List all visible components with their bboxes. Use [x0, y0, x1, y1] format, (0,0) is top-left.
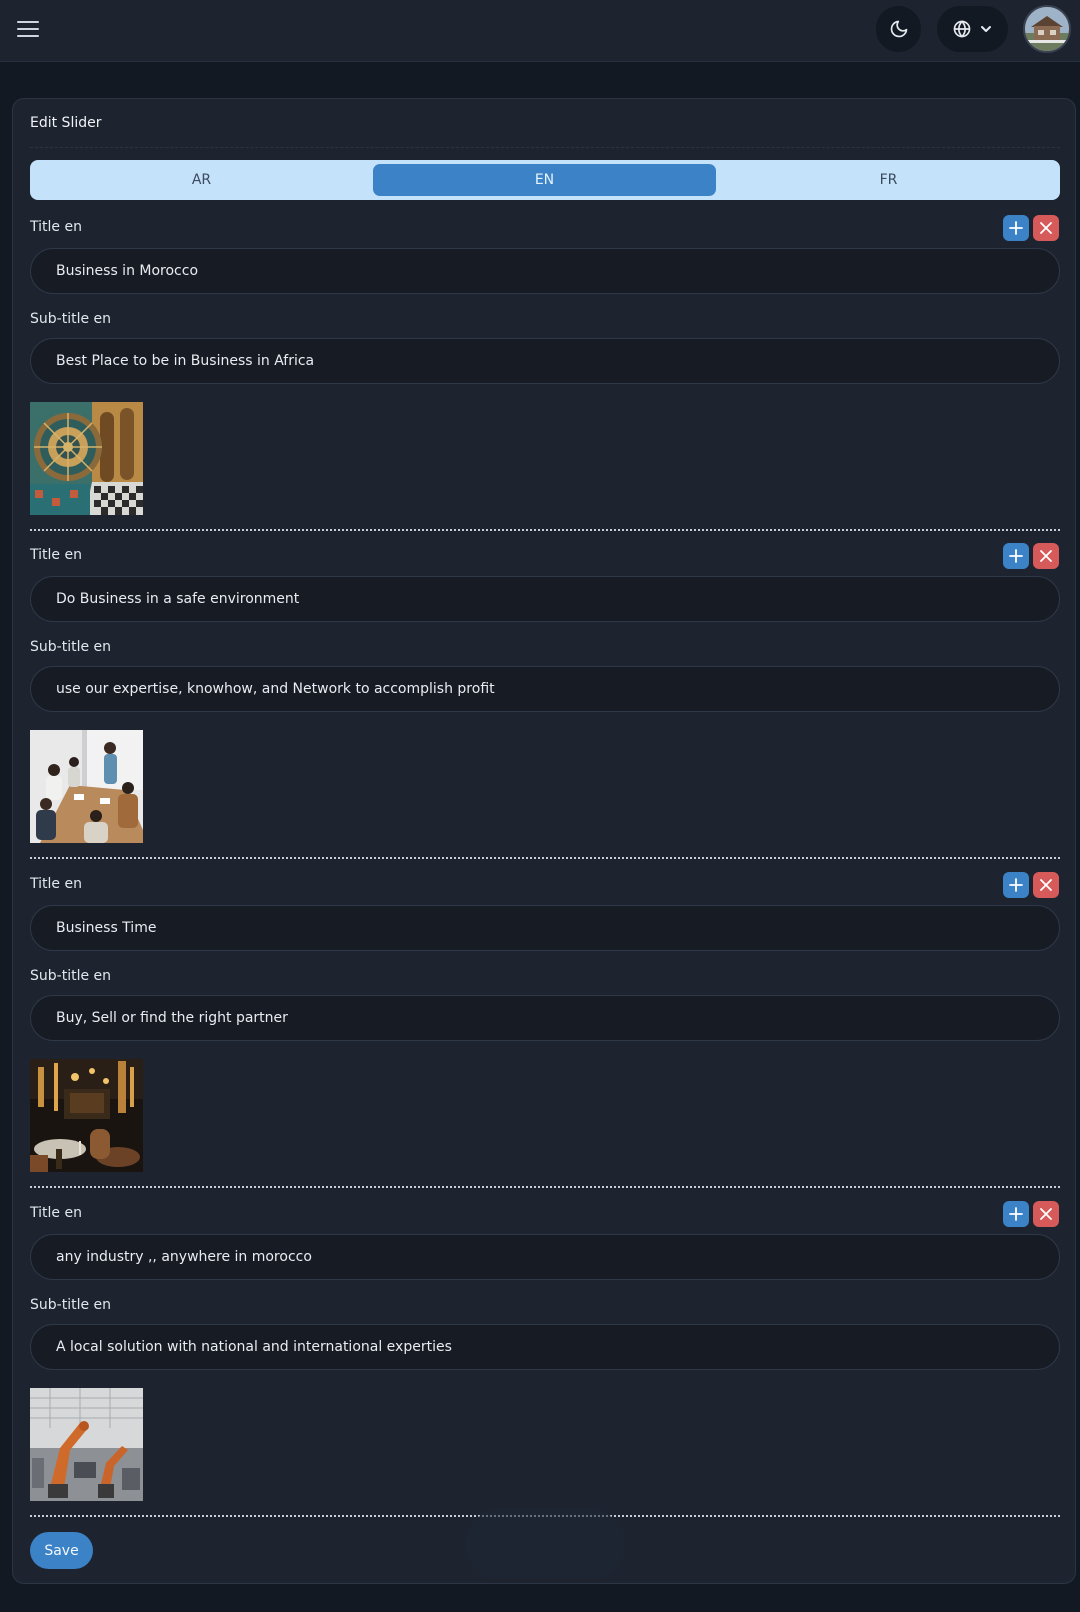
- slide-image[interactable]: [30, 402, 143, 515]
- subtitle-input[interactable]: A local solution with national and inter…: [30, 1324, 1060, 1370]
- avatar-house-image: [1025, 7, 1069, 51]
- title-label: Title en: [30, 547, 82, 563]
- slide-image[interactable]: [30, 730, 143, 843]
- zellige-image: [30, 402, 143, 515]
- add-slide-button[interactable]: [1003, 543, 1029, 569]
- theme-toggle-button[interactable]: [876, 6, 921, 52]
- meeting-image: [30, 730, 143, 843]
- remove-slide-button[interactable]: [1033, 543, 1059, 569]
- robots-image: [30, 1388, 143, 1501]
- slide-item: Title en Do Business in a safe environme…: [30, 541, 1060, 869]
- remove-slide-button[interactable]: [1033, 872, 1059, 898]
- slide-image[interactable]: [30, 1059, 143, 1172]
- title-label: Title en: [30, 219, 82, 235]
- add-slide-button[interactable]: [1003, 1201, 1029, 1227]
- save-button[interactable]: Save: [30, 1532, 93, 1569]
- title-label: Title en: [30, 876, 82, 892]
- tab-fr[interactable]: FR: [717, 164, 1060, 196]
- restaurant-image: [30, 1059, 143, 1172]
- slide-item: Title en any industry ,, anywhere in mor…: [30, 1199, 1060, 1527]
- tab-en[interactable]: EN: [373, 164, 716, 196]
- globe-icon: [953, 20, 970, 38]
- user-avatar[interactable]: [1023, 5, 1071, 53]
- close-icon: [1040, 550, 1052, 562]
- slide-item: Title en Business in Morocco Sub-title e…: [30, 213, 1060, 541]
- remove-slide-button[interactable]: [1033, 1201, 1059, 1227]
- plus-icon: [1009, 878, 1023, 892]
- close-icon: [1040, 1208, 1052, 1220]
- title-input[interactable]: Business in Morocco: [30, 248, 1060, 294]
- slide-divider: [30, 529, 1060, 531]
- remove-slide-button[interactable]: [1033, 215, 1059, 241]
- subtitle-label: Sub-title en: [30, 968, 112, 984]
- subtitle-input[interactable]: Buy, Sell or find the right partner: [30, 995, 1060, 1041]
- close-icon: [1040, 879, 1052, 891]
- subtitle-label: Sub-title en: [30, 1297, 112, 1313]
- subtitle-label: Sub-title en: [30, 639, 112, 655]
- add-slide-button[interactable]: [1003, 872, 1029, 898]
- chevron-down-icon: [980, 26, 991, 32]
- slide-divider: [30, 857, 1060, 859]
- language-tabs: AR EN FR: [30, 160, 1060, 200]
- slide-item: Title en Business Time Sub-title en Buy,…: [30, 870, 1060, 1198]
- slide-divider: [30, 1186, 1060, 1188]
- subtitle-input[interactable]: Best Place to be in Business in Africa: [30, 338, 1060, 384]
- title-input[interactable]: Business Time: [30, 905, 1060, 951]
- top-navbar: [0, 0, 1080, 62]
- title-label: Title en: [30, 1205, 82, 1221]
- subtitle-label: Sub-title en: [30, 311, 112, 327]
- edit-slider-card: Edit Slider AR EN FR Title en Business i…: [12, 98, 1076, 1584]
- add-slide-button[interactable]: [1003, 215, 1029, 241]
- plus-icon: [1009, 549, 1023, 563]
- plus-icon: [1009, 221, 1023, 235]
- subtitle-input[interactable]: use our expertise, knowhow, and Network …: [30, 666, 1060, 712]
- language-selector-button[interactable]: [937, 6, 1008, 52]
- slide-image[interactable]: [30, 1388, 143, 1501]
- plus-icon: [1009, 1207, 1023, 1221]
- ghost-overlay: [465, 1509, 625, 1579]
- card-title: Edit Slider: [30, 115, 102, 131]
- moon-icon: [890, 20, 907, 38]
- hamburger-icon[interactable]: [17, 18, 39, 40]
- close-icon: [1040, 222, 1052, 234]
- title-input[interactable]: Do Business in a safe environment: [30, 576, 1060, 622]
- title-divider: [30, 147, 1060, 148]
- title-input[interactable]: any industry ,, anywhere in morocco: [30, 1234, 1060, 1280]
- tab-ar[interactable]: AR: [30, 164, 373, 196]
